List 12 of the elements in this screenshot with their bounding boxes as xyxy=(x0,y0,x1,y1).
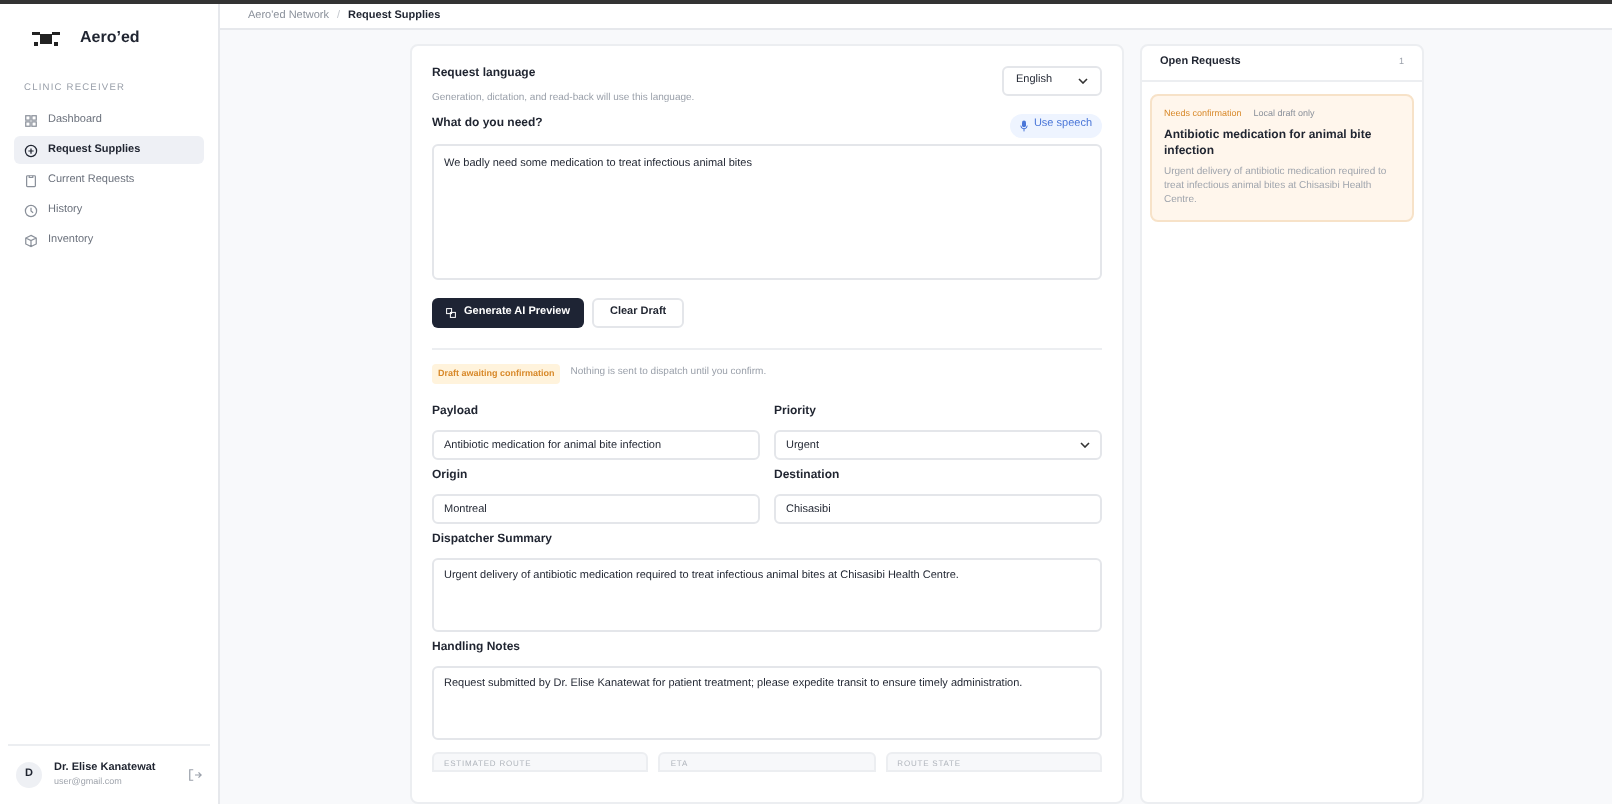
sparkle-icon xyxy=(446,307,456,317)
grid-icon xyxy=(24,113,38,128)
logout-icon[interactable] xyxy=(188,768,202,782)
clipboard-icon xyxy=(24,173,38,188)
app-name: Aero’ed xyxy=(80,26,140,50)
box-icon xyxy=(24,233,38,248)
microphone-icon xyxy=(1019,119,1028,131)
plus-circle-icon xyxy=(24,143,38,158)
chevron-down-icon xyxy=(1078,78,1088,84)
drone-icon xyxy=(32,29,60,47)
clock-icon xyxy=(24,203,38,218)
chevron-down-icon xyxy=(1080,442,1090,449)
